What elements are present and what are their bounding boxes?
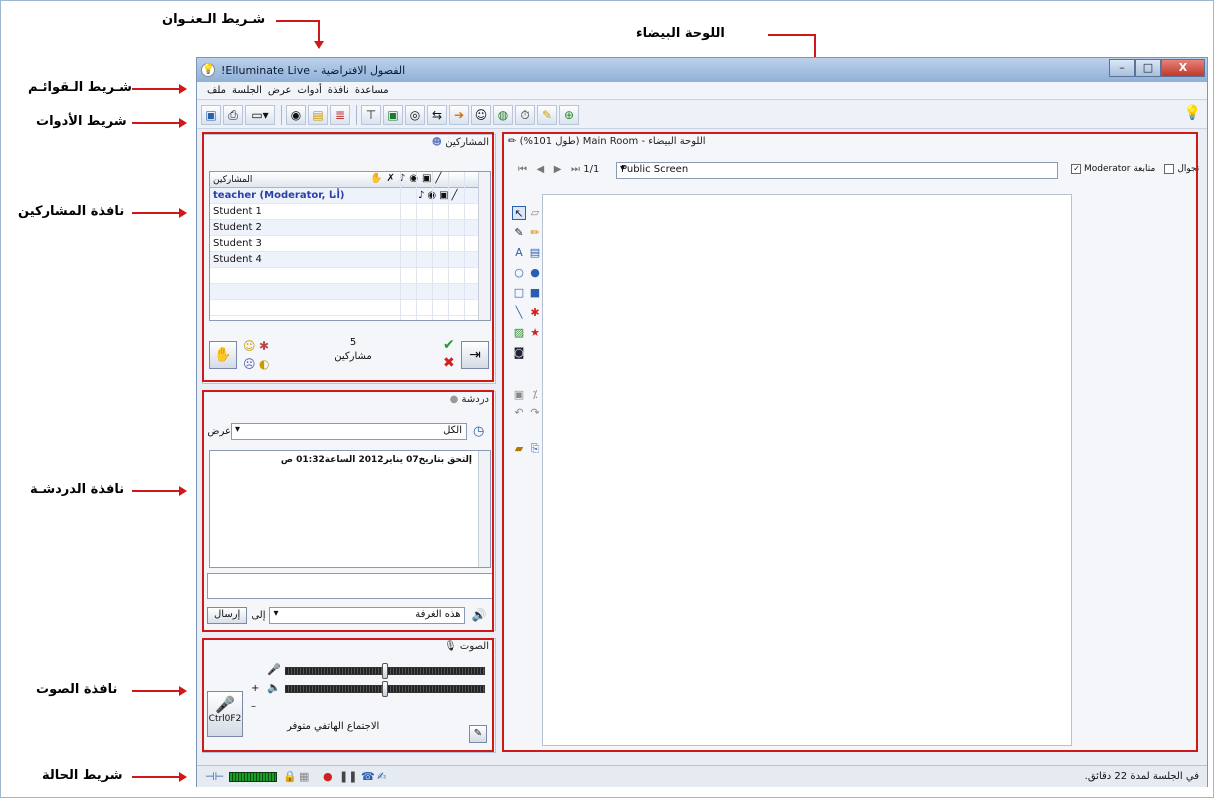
annotation-menu-bar: شـريط الـقوائـم — [28, 80, 132, 95]
annotation-tools-arrow — [132, 118, 187, 128]
annotation-chat-arrow — [132, 486, 187, 496]
annotation-audio: نافذة الصوت — [36, 682, 118, 697]
view-icon[interactable]: ◉ — [286, 104, 306, 125]
session-status: في الجلسة لمدة 22 دقائق. — [1084, 771, 1199, 782]
status-bar: ⊣⊢ 🔒 ▦ ● ❚❚ ☎ ✍ في الجلسة لمدة 22 دقائق. — [197, 765, 1207, 787]
app-share-icon[interactable]: ▣ — [383, 104, 403, 125]
telephone-icon[interactable]: ☎ — [361, 770, 375, 783]
record-icon[interactable]: ● — [323, 770, 333, 783]
menu-file[interactable]: ملف — [207, 85, 226, 96]
lock-icon[interactable]: 🔒 — [283, 770, 297, 783]
menu-help[interactable]: مساعدة — [355, 85, 389, 96]
notes-icon[interactable]: ▤ — [308, 104, 328, 125]
projector-icon[interactable]: ⊤ — [361, 104, 381, 125]
web-tour-icon[interactable]: ◍ — [493, 104, 513, 125]
annotation-tools-bar: شريط الأدوات — [36, 114, 127, 129]
list-icon[interactable]: ≣ — [330, 104, 350, 125]
annotation-participants-arrow — [132, 208, 187, 218]
profile-icon[interactable]: ☺ — [471, 104, 491, 125]
annotation-status-arrow — [132, 772, 187, 782]
annotation-chat: نافذة الدردشـة — [30, 482, 125, 497]
toolbar-separator — [356, 104, 357, 125]
add-icon[interactable]: ⊕ — [559, 104, 579, 125]
audio-highlight — [202, 638, 494, 752]
audio-level-meter — [229, 772, 277, 782]
window-controls: – □ X — [1109, 59, 1205, 77]
annotation-title-bar: شـريط الـعنـوان — [162, 12, 266, 27]
annotation-whiteboard: اللوحة البيضاء — [636, 26, 725, 41]
print-icon[interactable]: ⎙ — [223, 104, 243, 125]
load-icon[interactable]: ➔ — [449, 104, 469, 125]
annotation-status: شريط الحالة — [42, 768, 123, 783]
annotation-title-line — [276, 20, 320, 22]
annotation-audio-arrow — [132, 686, 187, 696]
menu-view[interactable]: عرض — [268, 85, 292, 96]
file-transfer-icon[interactable]: ⇆ — [427, 104, 447, 125]
annotation-title-arrow — [314, 20, 324, 49]
menu-tools[interactable]: أدوات — [297, 85, 321, 96]
quiz-icon[interactable]: ✎ — [537, 104, 557, 125]
minimize-button[interactable]: – — [1109, 59, 1135, 77]
connection-icon: ⊣⊢ — [205, 770, 225, 783]
video-icon[interactable]: ▦ — [299, 770, 309, 783]
menu-window[interactable]: نافذة — [328, 85, 349, 96]
close-button[interactable]: X — [1161, 59, 1205, 77]
toolbar-separator — [281, 104, 282, 125]
chat-highlight — [202, 390, 494, 632]
lightbulb-icon[interactable]: 💡 — [1184, 105, 1201, 121]
annotation-participants: نافذة المشاركين — [18, 204, 125, 219]
whiteboard-highlight — [502, 132, 1198, 752]
save-icon[interactable]: ▣ — [201, 104, 221, 125]
annotation-whiteboard-line — [768, 34, 816, 36]
timer-icon[interactable]: ⏱ — [515, 104, 535, 125]
globe-icon[interactable]: ◎ — [405, 104, 425, 125]
annotation-menu-arrow — [132, 84, 187, 94]
edit-icon[interactable]: ✍ — [377, 770, 386, 783]
pause-icon[interactable]: ❚❚ — [339, 770, 357, 783]
app-lightbulb-icon: 💡 — [201, 63, 215, 77]
tool-bar: ▣ ⎙ ▭▾ ◉ ▤ ≣ ⊤ ▣ ◎ ⇆ ➔ ☺ ◍ ⏱ ✎ ⊕ 💡 — [197, 101, 1207, 129]
menu-session[interactable]: الجلسة — [232, 85, 262, 96]
menu-bar: مساعدة نافذة أدوات عرض الجلسة ملف — [197, 82, 1207, 100]
layout-icon[interactable]: ▭▾ — [245, 104, 275, 125]
title-bar[interactable]: 💡 الفصول الافتراضية - Elluminate Live! –… — [197, 58, 1207, 82]
window-title: الفصول الافتراضية - Elluminate Live! — [221, 63, 406, 77]
participants-highlight — [202, 132, 494, 382]
maximize-button[interactable]: □ — [1135, 59, 1161, 77]
